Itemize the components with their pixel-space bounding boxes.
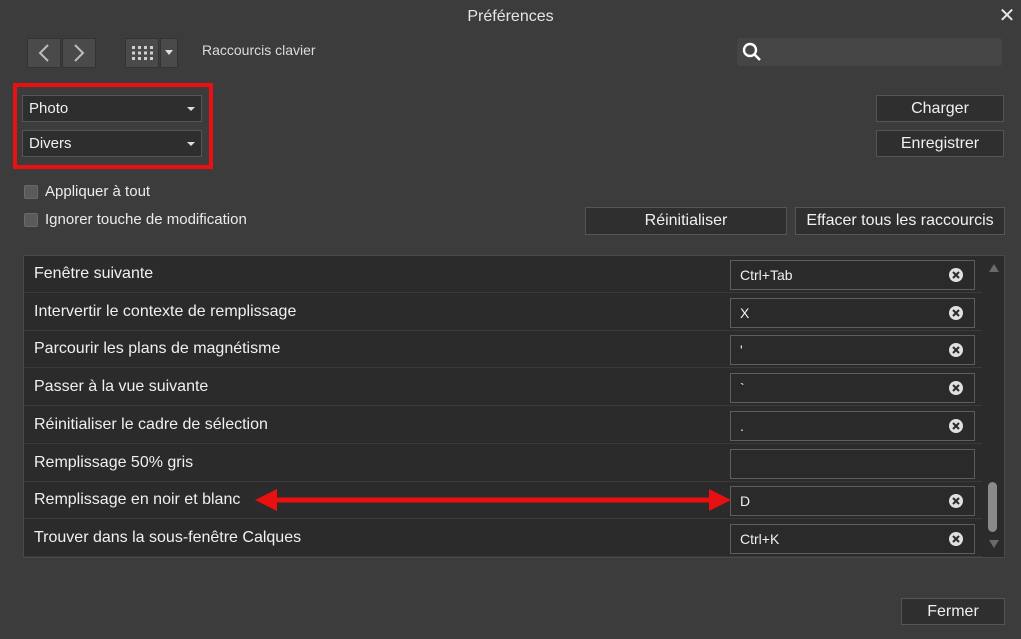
clear-shortcut-icon[interactable] [948,267,964,283]
shortcut-row[interactable]: Réinitialiser le cadre de sélection. [24,407,982,444]
load-button[interactable]: Charger [876,95,1004,122]
ignore-modifier-option[interactable]: Ignorer touche de modification [24,211,247,228]
shortcut-label: Trouver dans la sous-fenêtre Calques [34,528,302,546]
shortcut-field[interactable]: Ctrl+K [730,523,975,554]
shortcut-key: Ctrl+Tab [740,267,793,283]
shortcut-label: Passer à la vue suivante [34,378,209,396]
clear-all-button[interactable]: Effacer tous les raccourcis [795,207,1005,235]
caret-down-icon [187,142,195,146]
scroll-thumb[interactable] [988,482,997,532]
search-input[interactable] [767,40,997,64]
ignore-modifier-label: Ignorer touche de modification [45,211,247,228]
reset-button[interactable]: Réinitialiser [585,207,787,235]
shortcut-field[interactable]: D [730,486,975,517]
clear-shortcut-icon[interactable] [948,342,964,358]
shortcut-field[interactable]: Ctrl+Tab [730,260,975,290]
shortcut-key: . [740,417,744,434]
shortcut-label: Remplissage 50% gris [34,453,194,471]
search-box[interactable] [737,38,1002,66]
close-button[interactable]: Fermer [901,598,1005,625]
clear-shortcut-icon[interactable] [948,380,964,396]
toolbar: Raccourcis clavier [0,34,1021,72]
category-select[interactable]: Divers [22,130,202,157]
shortcut-row[interactable]: Remplissage 50% gris [24,445,982,482]
shortcut-label: Intervertir le contexte de remplissage [34,302,297,320]
search-icon [742,42,761,61]
shortcut-row[interactable]: Parcourir les plans de magnétisme ' [24,331,982,369]
chevron-left-icon [38,44,49,62]
scroll-down-icon[interactable] [989,540,999,548]
shortcut-field[interactable]: X [730,297,975,328]
shortcut-key: Ctrl+K [740,530,780,547]
app-select[interactable]: Photo [22,95,202,122]
close-icon[interactable]: ✕ [997,5,1017,27]
shortcut-row[interactable]: Trouver dans la sous-fenêtre Calques Ctrl… [24,520,982,557]
shortcut-row[interactable]: Passer à la vue suivante ` [24,369,982,407]
clear-shortcut-icon[interactable] [948,531,964,547]
window-title: Préférences [467,8,554,25]
back-button[interactable] [27,38,61,68]
shortcut-key: ' [740,342,743,359]
apply-all-label: Appliquer à tout [45,183,151,200]
category-select-value: Divers [29,135,72,152]
apply-all-option[interactable]: Appliquer à tout [24,183,150,200]
shortcut-label: Fenêtre suivante [34,265,154,282]
shortcut-field[interactable]: ' [730,335,975,366]
shortcut-label: Remplissage en noir et blanc [34,491,241,509]
shortcut-label: Parcourir les plans de magnétisme [34,340,281,358]
apply-all-checkbox[interactable] [24,184,38,199]
shortcut-field[interactable] [730,448,975,479]
clear-shortcut-icon[interactable] [948,418,964,434]
save-button[interactable]: Enregistrer [876,130,1004,157]
caret-down-icon [187,107,195,111]
shortcut-key: ` [740,380,745,397]
clear-shortcut-icon[interactable] [948,305,964,321]
grid-view-button[interactable] [125,38,159,68]
shortcut-field[interactable]: ` [730,373,975,404]
shortcut-key: D [740,493,751,510]
chevron-right-icon [74,44,85,62]
double-arrow-annotation [255,489,731,511]
scrollbar[interactable] [984,256,1004,557]
forward-button[interactable] [62,38,96,68]
scroll-up-icon[interactable] [989,264,999,272]
grid-icon [132,46,153,60]
shortcut-row[interactable]: Intervertir le contexte de remplissage X [24,294,982,331]
grid-dropdown-button[interactable] [160,38,178,68]
chevron-down-icon [165,50,173,55]
shortcut-row[interactable]: Fenêtre suivante Ctrl+Tab [24,256,982,293]
app-select-value: Photo [29,100,69,117]
shortcut-key: X [740,304,750,321]
shortcut-field[interactable]: . [730,410,975,441]
section-title: Raccourcis clavier [202,42,316,58]
clear-shortcut-icon[interactable] [948,493,964,509]
ignore-modifier-checkbox[interactable] [24,212,38,227]
shortcut-label: Réinitialiser le cadre de sélection [34,415,268,433]
